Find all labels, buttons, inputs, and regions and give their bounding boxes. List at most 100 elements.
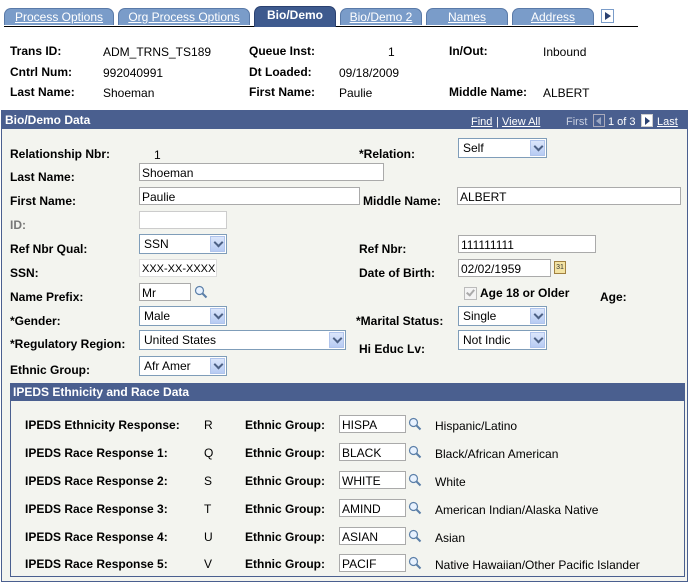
last-name-input[interactable]: Shoeman (139, 163, 384, 181)
tab-address[interactable]: Address (512, 8, 594, 25)
ethnic-group-value: Afr Amer (144, 359, 191, 373)
marital-status-label: *Marital Status: (356, 314, 444, 328)
ethnic-group-lookup-icon[interactable] (408, 473, 422, 487)
ipeds-response-label: IPEDS Ethnicity Response: (25, 418, 180, 432)
ethnic-group-select[interactable]: Afr Amer (139, 356, 227, 376)
tab-bio-demo[interactable]: Bio/Demo (254, 6, 336, 27)
tab-strip: Process Options Org Process Options Bio/… (4, 6, 638, 27)
last-name-label: Last Name: (10, 85, 75, 99)
last-name-label: Last Name: (10, 170, 75, 184)
ref-nbr-qual-label: Ref Nbr Qual: (10, 242, 88, 256)
gender-label: *Gender: (10, 314, 61, 328)
date-of-birth-label: Date of Birth: (359, 266, 435, 280)
ipeds-ethnic-group-input[interactable]: PACIF (339, 554, 406, 572)
pager-text: 1 of 3 (608, 116, 636, 128)
ethnic-group-description: American Indian/Alaska Native (435, 503, 599, 517)
previous-row-icon[interactable] (593, 114, 605, 127)
ipeds-response-label: IPEDS Race Response 1: (25, 446, 168, 460)
middle-name-value: ALBERT (543, 86, 590, 100)
ethnic-group-description: Asian (435, 531, 466, 545)
regulatory-region-select[interactable]: United States (139, 330, 346, 350)
ethnic-group-label: Ethnic Group: (245, 530, 325, 544)
bio-demo-panel-header: Bio/Demo Data Find | View All First 1 of… (2, 111, 687, 129)
in-out-label: In/Out: (449, 44, 488, 58)
marital-status-select[interactable]: Single (458, 306, 547, 326)
regulatory-region-value: United States (144, 333, 217, 347)
ethnic-group-description: Native Hawaiian/Other Pacific Islander (435, 558, 640, 572)
cntrl-num-value: 992040991 (103, 66, 164, 80)
relation-value: Self (463, 141, 484, 155)
gender-select[interactable]: Male (139, 306, 227, 326)
view-all-link[interactable]: View All (502, 116, 540, 128)
date-of-birth-input[interactable]: 02/02/1959 (458, 259, 551, 277)
relationship-nbr-value: 1 (154, 148, 161, 162)
ssn-label: SSN: (10, 266, 39, 280)
ethnic-group-description: White (435, 475, 466, 489)
first-label: First (566, 116, 588, 128)
age-18-checkbox[interactable] (464, 287, 477, 300)
link-separator: | (496, 116, 499, 128)
chevron-down-icon (210, 308, 225, 324)
last-name-value: Shoeman (103, 86, 155, 100)
name-prefix-label: Name Prefix: (10, 290, 84, 304)
ipeds-response-label: IPEDS Race Response 2: (25, 474, 168, 488)
ethnic-group-label: Ethnic Group: (245, 474, 325, 488)
relationship-nbr-label: Relationship Nbr: (10, 147, 111, 161)
in-out-value: Inbound (543, 45, 587, 59)
id-input[interactable] (139, 211, 227, 229)
trans-id-value: ADM_TRNS_TS189 (103, 45, 212, 59)
dt-loaded-value: 09/18/2009 (339, 66, 400, 80)
ethnic-group-lookup-icon[interactable] (408, 529, 422, 543)
ipeds-response-code: S (204, 474, 213, 488)
ipeds-ethnic-group-input[interactable]: WHITE (339, 471, 406, 489)
next-row-icon[interactable] (641, 114, 653, 127)
ssn-input[interactable]: XXX-XX-XXXX (139, 259, 217, 277)
ipeds-ethnic-group-input[interactable]: HISPA (339, 415, 406, 433)
ipeds-response-label: IPEDS Race Response 4: (25, 530, 168, 544)
id-label: ID: (10, 218, 26, 232)
ipeds-response-code: U (204, 530, 213, 544)
ref-nbr-label: Ref Nbr: (359, 242, 407, 256)
first-name-input[interactable]: Paulie (139, 187, 360, 205)
tab-org-process-options[interactable]: Org Process Options (118, 8, 250, 25)
queue-inst-label: Queue Inst: (249, 44, 316, 58)
ipeds-panel: IPEDS Ethnicity and Race Data IPEDS Ethn… (10, 383, 685, 577)
hi-educ-lv-select[interactable]: Not Indic (458, 330, 547, 350)
first-name-value: Paulie (339, 86, 373, 100)
age-label: Age: (600, 290, 627, 304)
last-link[interactable]: Last (657, 116, 678, 128)
tab-bio-demo-2[interactable]: Bio/Demo 2 (340, 8, 422, 25)
marital-status-value: Single (463, 309, 497, 323)
queue-inst-value: 1 (388, 45, 395, 59)
next-tab-arrow-icon[interactable] (601, 9, 614, 23)
ethnic-group-label: Ethnic Group: (245, 418, 325, 432)
relation-select[interactable]: Self (458, 138, 547, 158)
chevron-down-icon (530, 308, 545, 324)
ipeds-ethnic-group-input[interactable]: AMIND (339, 499, 406, 517)
ipeds-panel-title: IPEDS Ethnicity and Race Data (11, 384, 684, 401)
tab-process-options[interactable]: Process Options (4, 8, 114, 25)
ipeds-response-code: R (204, 418, 213, 432)
ref-nbr-qual-select[interactable]: SSN (139, 234, 227, 254)
cntrl-num-label: Cntrl Num: (10, 65, 72, 79)
chevron-down-icon (210, 358, 225, 374)
ipeds-response-code: V (204, 557, 213, 571)
ref-nbr-input[interactable]: 111111111 (458, 235, 596, 253)
ipeds-response-code: T (204, 502, 212, 516)
ethnic-group-lookup-icon[interactable] (408, 501, 422, 515)
ethnic-group-lookup-icon[interactable] (408, 556, 422, 570)
ref-nbr-qual-value: SSN (144, 237, 169, 251)
middle-name-label: Middle Name: (449, 85, 528, 99)
name-prefix-input[interactable]: Mr (139, 283, 191, 301)
ethnic-group-lookup-icon[interactable] (408, 417, 422, 431)
ipeds-response-code: Q (204, 446, 214, 460)
tab-names[interactable]: Names (426, 8, 508, 25)
ethnic-group-description: Black/African American (435, 447, 559, 461)
find-link[interactable]: Find (471, 116, 492, 128)
ipeds-ethnic-group-input[interactable]: BLACK (339, 443, 406, 461)
middle-name-input[interactable]: ALBERT (457, 187, 681, 205)
calendar-icon[interactable]: 31 (554, 261, 566, 274)
name-prefix-lookup-icon[interactable] (194, 285, 208, 299)
ipeds-ethnic-group-input[interactable]: ASIAN (339, 527, 406, 545)
ethnic-group-lookup-icon[interactable] (408, 445, 422, 459)
